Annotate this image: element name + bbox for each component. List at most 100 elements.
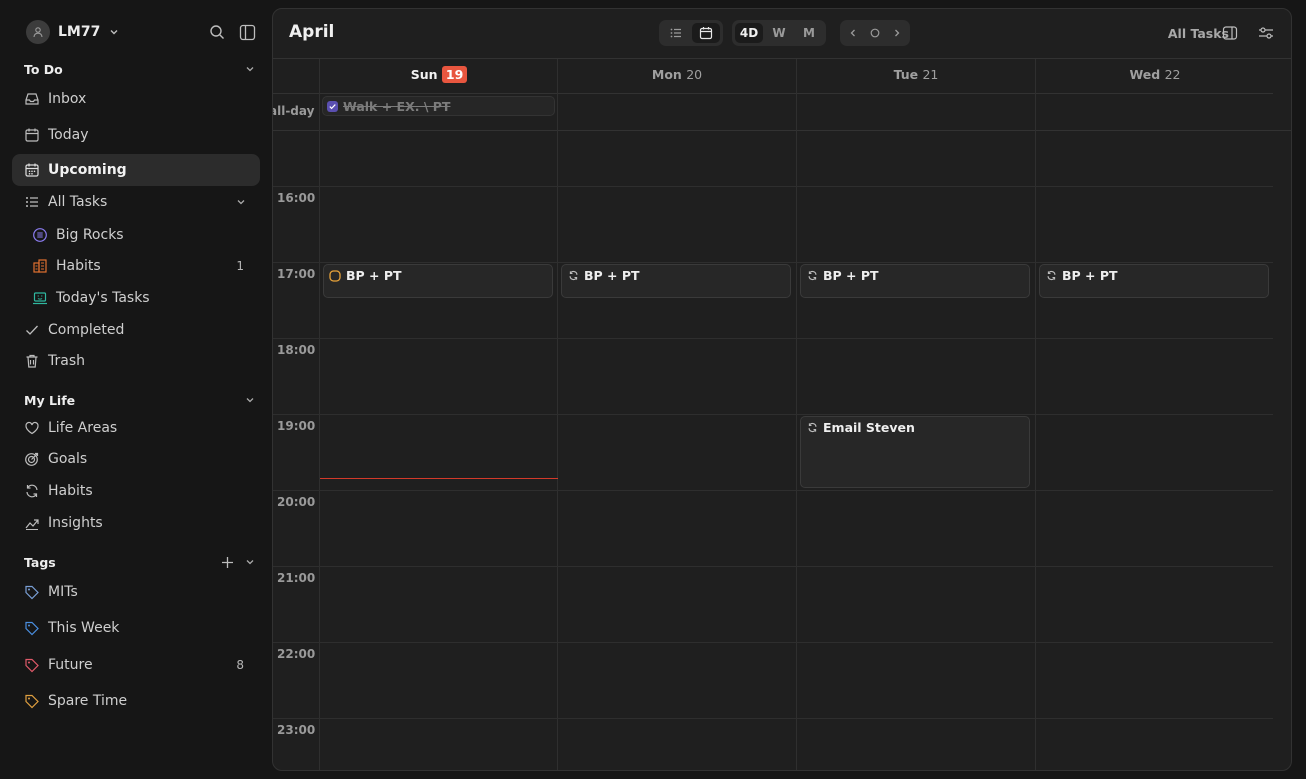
calendar-grid-icon: [24, 162, 40, 178]
event-title: Email Steven: [823, 419, 915, 435]
today-button[interactable]: [865, 23, 885, 43]
section-title: My Life: [24, 392, 76, 408]
day-name: Wed: [1129, 67, 1161, 82]
sidebar-item-label: Today's Tasks: [56, 290, 150, 306]
sidebar-item-today[interactable]: Today: [12, 119, 260, 151]
chevron-down-icon[interactable]: [244, 556, 256, 568]
account-switcher[interactable]: LM77: [26, 20, 120, 44]
chevron-right-icon: [895, 29, 900, 37]
date-nav: [840, 20, 910, 46]
sidebar-item-todays-tasks[interactable]: Today's Tasks: [12, 282, 260, 314]
range-toggle: 4D W M: [732, 20, 826, 46]
view-4d-button[interactable]: 4D: [735, 23, 763, 43]
sidebar-item-inbox[interactable]: Inbox: [12, 83, 260, 115]
sidebar-item-label: All Tasks: [48, 194, 108, 210]
sidebar-item-upcoming[interactable]: Upcoming: [12, 154, 260, 186]
view-week-button[interactable]: W: [765, 23, 793, 43]
calendar-icon: [699, 27, 713, 40]
circle-checkbox-icon[interactable]: [329, 269, 341, 282]
tag-label: This Week: [48, 620, 120, 636]
current-time-indicator: [320, 478, 558, 480]
avatar: [26, 20, 50, 44]
today-badge: 19: [441, 66, 468, 83]
time-grid[interactable]: 16:00 17:00 18:00 19:00 20:00 21:00 22:00 23:00…: [273, 131, 1291, 770]
dayheader-divider: [273, 93, 1273, 94]
checkbox-checked-icon[interactable]: [327, 100, 338, 112]
tag-icon: [24, 584, 40, 600]
sidebar-item-goals[interactable]: Goals: [12, 443, 260, 475]
user-name: LM77: [58, 24, 101, 40]
sidebar-right-icon[interactable]: [1221, 24, 1239, 42]
sidebar-item-label: Habits: [56, 258, 101, 274]
next-button[interactable]: [887, 23, 907, 43]
item-count: 8: [236, 658, 244, 672]
sidebar-item-all-tasks[interactable]: All Tasks: [12, 186, 260, 218]
sidebar-item-habits[interactable]: Habits: [12, 475, 260, 507]
list-view-button[interactable]: [662, 23, 690, 43]
repeat-icon: [1045, 270, 1057, 282]
hour-line: [273, 565, 1273, 567]
sidebar-item-label: Insights: [48, 515, 103, 531]
month-title: April: [289, 22, 335, 42]
chevron-down-icon[interactable]: [234, 195, 248, 209]
section-title: To Do: [24, 61, 63, 77]
trend-icon: [24, 515, 40, 531]
allday-event[interactable]: Walk + EX. \ PT: [322, 96, 555, 116]
prev-button[interactable]: [843, 23, 863, 43]
target-icon: [24, 451, 40, 467]
tag-item-spare-time[interactable]: Spare Time: [12, 685, 260, 717]
inbox-icon: [24, 91, 40, 107]
calendar-event[interactable]: BP + PT: [323, 263, 553, 298]
calendar-panel: April 4D W M All Tasks Sun 19 Mon 20 Tue…: [272, 8, 1292, 771]
day-number: 22: [1164, 67, 1181, 82]
calendar-icon: [24, 127, 40, 143]
sidebar-toggle-icon[interactable]: [237, 22, 257, 42]
day-header-mon[interactable]: Mon 20: [558, 67, 796, 82]
day-header-tue[interactable]: Tue 21: [797, 67, 1035, 82]
all-tasks-filter[interactable]: All Tasks: [1168, 26, 1229, 41]
hour-label: 19:00: [277, 418, 316, 433]
sidebar-item-insights[interactable]: Insights: [12, 507, 260, 539]
search-icon[interactable]: [207, 22, 227, 42]
sidebar-item-trash[interactable]: Trash: [12, 345, 260, 377]
trash-icon: [24, 353, 40, 369]
event-title: BP + PT: [584, 267, 640, 283]
tag-icon: [24, 620, 40, 636]
calendar-event[interactable]: BP + PT: [800, 263, 1030, 298]
sidebar-item-habits-list[interactable]: Habits 1: [12, 250, 260, 282]
tag-item-mits[interactable]: MITs: [12, 576, 260, 608]
calendar-event[interactable]: Email Steven: [800, 415, 1030, 488]
building-icon: [32, 258, 48, 274]
settings-sliders-icon[interactable]: [1257, 24, 1275, 42]
tag-icon: [24, 657, 40, 673]
calendar-event[interactable]: BP + PT: [561, 263, 791, 298]
sidebar-item-label: Habits: [48, 483, 93, 499]
sidebar-item-label: Upcoming: [48, 162, 127, 178]
hour-line: [273, 261, 1273, 263]
chevron-down-icon: [246, 398, 254, 403]
section-mylife[interactable]: My Life: [24, 390, 256, 410]
calendar-event[interactable]: BP + PT: [1039, 263, 1269, 298]
repeat-icon: [806, 270, 818, 282]
section-title: Tags: [24, 554, 56, 570]
hour-label: 18:00: [277, 342, 316, 357]
sidebar-item-label: Goals: [48, 451, 88, 467]
tag-item-future[interactable]: Future 8: [12, 649, 260, 681]
sidebar-item-completed[interactable]: Completed: [12, 314, 260, 346]
circle-icon: [870, 28, 880, 38]
tag-item-this-week[interactable]: This Week: [12, 612, 260, 644]
view-month-button[interactable]: M: [795, 23, 823, 43]
day-header-sun[interactable]: Sun 19: [320, 66, 558, 83]
section-tags: Tags: [24, 552, 256, 572]
section-todo[interactable]: To Do: [24, 59, 256, 79]
calendar-view-button[interactable]: [692, 23, 720, 43]
sidebar-item-life-areas[interactable]: Life Areas: [12, 412, 260, 444]
hour-line: [273, 413, 1273, 415]
day-number: 20: [686, 67, 703, 82]
sidebar-item-label: Today: [48, 127, 89, 143]
hour-line: [273, 641, 1273, 643]
sidebar-item-big-rocks[interactable]: Big Rocks: [12, 219, 260, 251]
plus-icon[interactable]: [221, 556, 234, 569]
day-header-wed[interactable]: Wed 22: [1036, 67, 1274, 82]
allday-event-title: Walk + EX. \ PT: [343, 98, 451, 114]
